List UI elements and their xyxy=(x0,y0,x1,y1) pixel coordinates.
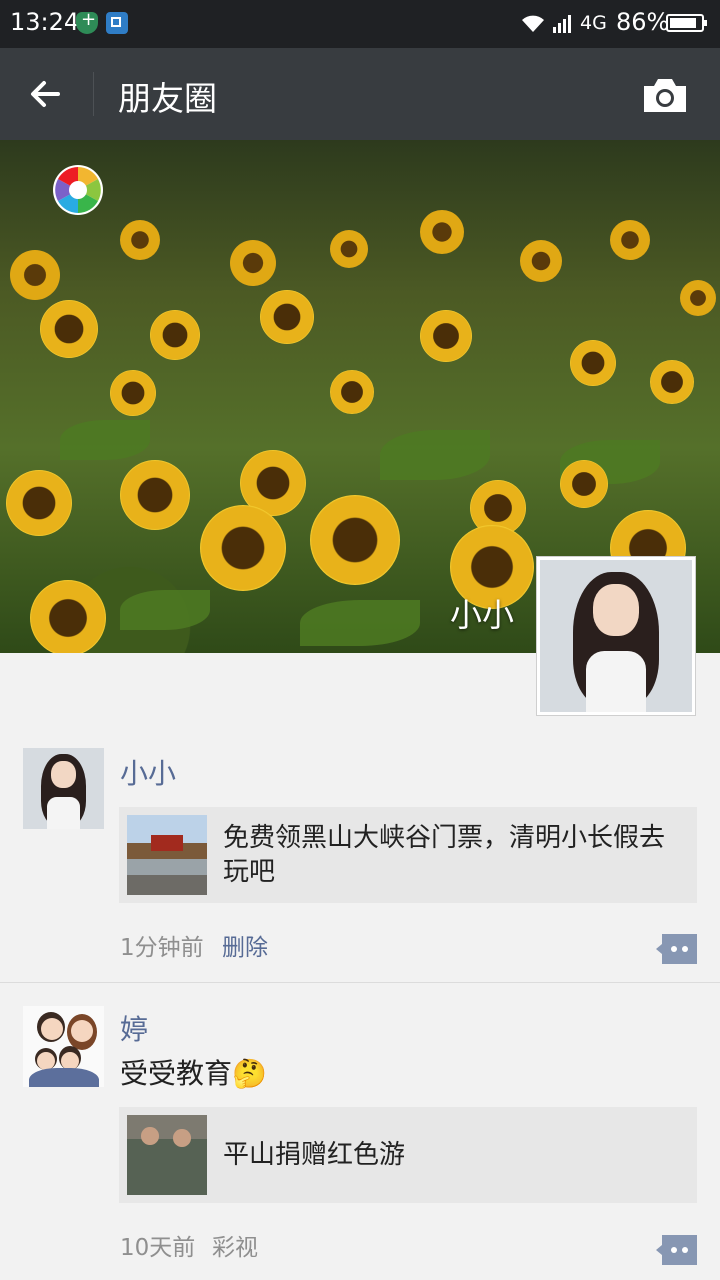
screenshot-icon xyxy=(106,12,128,34)
sunflower xyxy=(30,580,106,653)
sunflower xyxy=(120,460,190,530)
sunflower xyxy=(200,505,286,591)
battery-icon xyxy=(666,14,707,32)
sunflower xyxy=(6,470,72,536)
comment-icon[interactable] xyxy=(656,934,697,964)
arrow-left-icon[interactable] xyxy=(22,72,70,116)
sunflower xyxy=(330,370,374,414)
link-card[interactable]: 免费领黑山大峡谷门票，清明小长假去玩吧 xyxy=(119,807,697,903)
link-title: 平山捐赠红色游 xyxy=(223,1140,406,1170)
feed-post: 小小 免费领黑山大峡谷门票，清明小长假去玩吧 1分钟前 删除 xyxy=(0,748,720,982)
feed-post: 婷 受受教育🤔 平山捐赠红色游 10天前 彩视 xyxy=(0,1006,720,1280)
sunflower xyxy=(260,290,314,344)
sunflower xyxy=(680,280,716,316)
leaf xyxy=(60,420,150,460)
page-title: 朋友圈 xyxy=(118,79,217,118)
sunflower xyxy=(120,220,160,260)
avatar[interactable] xyxy=(23,1006,104,1087)
leaf xyxy=(380,430,490,480)
status-time: 13:24 xyxy=(10,8,80,36)
camera-icon[interactable] xyxy=(640,74,690,116)
post-time: 1分钟前 xyxy=(120,935,204,961)
sunflower xyxy=(310,495,400,585)
post-divider xyxy=(0,982,720,983)
post-author-name[interactable]: 婷 xyxy=(120,1008,148,1048)
leaf xyxy=(120,590,210,630)
comment-icon[interactable] xyxy=(656,1235,697,1265)
link-card[interactable]: 平山捐赠红色游 xyxy=(119,1107,697,1203)
link-title: 免费领黑山大峡谷门票，清明小长假去玩吧 xyxy=(223,823,666,887)
avatar[interactable] xyxy=(23,748,104,829)
post-source[interactable]: 彩视 xyxy=(212,1228,258,1262)
profile-avatar[interactable] xyxy=(536,556,696,716)
network-type: 4G xyxy=(580,12,607,34)
sunflower xyxy=(650,360,694,404)
link-thumbnail xyxy=(127,1115,207,1195)
signal-icon xyxy=(553,15,571,33)
cover-user-name: 小小 xyxy=(450,596,515,634)
delete-link[interactable]: 删除 xyxy=(222,928,268,962)
battery-fill xyxy=(670,18,696,28)
sunflower xyxy=(560,460,608,508)
wifi-icon xyxy=(522,15,544,32)
battery-percent: 86% xyxy=(616,8,670,36)
post-text: 受受教育🤔 xyxy=(120,1057,267,1090)
sunflower xyxy=(10,250,60,300)
nav-header: 朋友圈 xyxy=(0,48,720,140)
aperture-logo-icon xyxy=(53,165,103,215)
sunflower xyxy=(610,220,650,260)
leaf xyxy=(300,600,420,646)
sunflower xyxy=(420,310,472,362)
avatar-image xyxy=(540,560,692,712)
sunflower xyxy=(110,370,156,416)
shield-icon xyxy=(76,9,98,34)
sunflower xyxy=(40,300,98,358)
avatar-image xyxy=(23,748,104,829)
sunflower xyxy=(230,240,276,286)
post-author-name[interactable]: 小小 xyxy=(120,752,176,792)
status-bar: 13:24 4G 86% xyxy=(0,0,720,48)
avatar-image xyxy=(23,1006,104,1087)
sunflower xyxy=(150,310,200,360)
header-divider xyxy=(93,72,94,116)
sunflower xyxy=(520,240,562,282)
sunflower xyxy=(420,210,464,254)
sunflower xyxy=(570,340,616,386)
post-time: 10天前 xyxy=(120,1235,196,1261)
link-thumbnail xyxy=(127,815,207,895)
sunflower xyxy=(330,230,368,268)
